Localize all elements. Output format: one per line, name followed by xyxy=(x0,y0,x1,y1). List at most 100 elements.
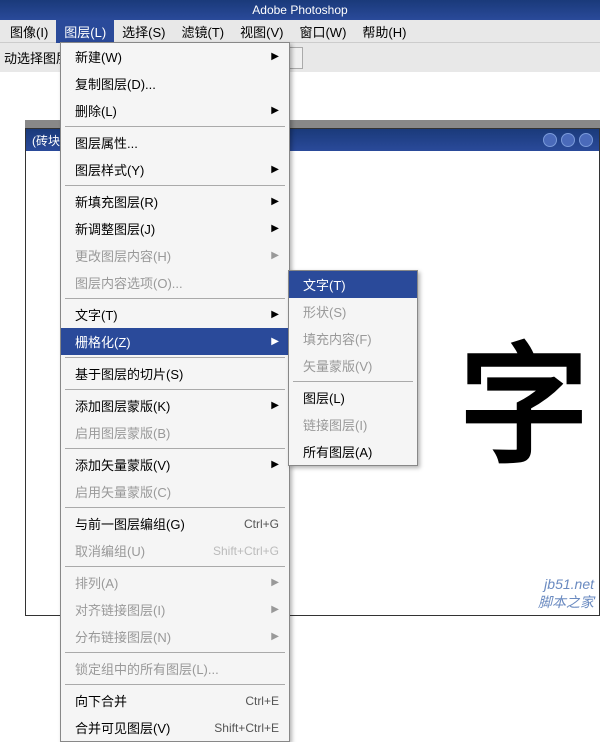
menu-item-label: 栅格化(Z) xyxy=(75,332,131,351)
layer-menu: 新建(W) ▶ 复制图层(D)... 删除(L) ▶ 图层属性... 图层样式(Y)▶ 新填充… xyxy=(60,42,290,742)
menu-item-label: 文字(T) xyxy=(303,275,346,294)
menu-item-label: 向下合并 xyxy=(75,691,127,710)
menu-separator xyxy=(65,126,285,127)
menu-item[interactable]: 添加图层蒙版(K) ▶ xyxy=(61,392,289,419)
menu-item-label: 填充内容(F) xyxy=(303,329,372,348)
menu-item: 填充内容(F) xyxy=(289,325,417,352)
menu-separator xyxy=(293,381,413,382)
menu-item: 形状(S) xyxy=(289,298,417,325)
app-titlebar: Adobe Photoshop xyxy=(0,0,600,20)
menu-item-label: 启用矢量蒙版(C) xyxy=(75,482,171,501)
menu-item[interactable]: 文字(T) ▶ xyxy=(61,301,289,328)
maximize-icon[interactable] xyxy=(561,133,575,147)
close-icon[interactable] xyxy=(579,133,593,147)
menu-item: 排列(A)▶ xyxy=(61,569,289,596)
chevron-right-icon: ▶ xyxy=(271,196,279,207)
menu-item-label: 更改图层内容(H) xyxy=(75,246,171,265)
menu-item-label: 形状(S) xyxy=(303,302,346,321)
menu-item-label: 与前一图层编组(G) xyxy=(75,514,185,533)
menu-item[interactable]: 复制图层(D)... xyxy=(61,70,289,97)
menu-item[interactable]: 与前一图层编组(G) Ctrl+G xyxy=(61,510,289,537)
menu-shortcut: Shift+Ctrl+E xyxy=(194,721,279,735)
minimize-icon[interactable] xyxy=(543,133,557,147)
menu-item[interactable]: 基于图层的切片(S) xyxy=(61,360,289,387)
menu-item-label: 排列(A) xyxy=(75,573,118,592)
menu-separator xyxy=(65,566,285,567)
chevron-right-icon: ▶ xyxy=(271,459,279,470)
menu-item[interactable]: 添加矢量蒙版(V) ▶ xyxy=(61,451,289,478)
chevron-right-icon: ▶ xyxy=(271,51,279,62)
menu-item-label: 复制图层(D)... xyxy=(75,74,156,93)
menu-item-label: 添加矢量蒙版(V) xyxy=(75,455,170,474)
watermark: jb51.net 脚本之家 xyxy=(538,576,594,612)
menubar: 图像(I)图层(L)选择(S)滤镜(T)视图(V)窗口(W)帮助(H) xyxy=(0,20,600,42)
menu-item-label: 启用图层蒙版(B) xyxy=(75,423,170,442)
menu-item-label: 删除(L) xyxy=(75,101,117,120)
menu-shortcut: Shift+Ctrl+G xyxy=(193,544,279,558)
menu-item-label: 取消编组(U) xyxy=(75,541,145,560)
menu-item[interactable]: 新填充图层(R) ▶ xyxy=(61,188,289,215)
menu-item[interactable]: 删除(L) ▶ xyxy=(61,97,289,124)
menu-separator xyxy=(65,389,285,390)
menu-separator xyxy=(65,298,285,299)
menu-item: 图层内容选项(O)... xyxy=(61,269,289,296)
menu-item: 更改图层内容(H) ▶ xyxy=(61,242,289,269)
chevron-right-icon: ▶ xyxy=(271,105,279,116)
menu-item-label: 对齐链接图层(I) xyxy=(75,600,165,619)
menu-item-label: 链接图层(I) xyxy=(303,415,367,434)
chevron-right-icon: ▶ xyxy=(271,309,279,320)
menu-item[interactable]: 栅格化(Z)▶ xyxy=(61,328,289,355)
menu-item: 矢量蒙版(V) xyxy=(289,352,417,379)
menu-item: 启用矢量蒙版(C) xyxy=(61,478,289,505)
canvas-text-layer: 字 xyxy=(459,301,579,489)
menu-shortcut: Ctrl+G xyxy=(224,517,279,531)
menu-item-label: 所有图层(A) xyxy=(303,442,372,461)
chevron-right-icon: ▶ xyxy=(271,604,279,615)
menu-item: 锁定组中的所有图层(L)... xyxy=(61,655,289,682)
menu-item: 对齐链接图层(I) ▶ xyxy=(61,596,289,623)
menu-item[interactable]: 新建(W) ▶ xyxy=(61,43,289,70)
menubar-item[interactable]: 窗口(W) xyxy=(291,20,354,43)
menu-item-label: 新调整图层(J) xyxy=(75,219,155,238)
menu-separator xyxy=(65,185,285,186)
menu-item-label: 新填充图层(R) xyxy=(75,192,158,211)
chevron-right-icon: ▶ xyxy=(271,631,279,642)
menu-item: 分布链接图层(N) ▶ xyxy=(61,623,289,650)
menubar-item[interactable]: 图像(I) xyxy=(2,20,56,43)
chevron-right-icon: ▶ xyxy=(271,400,279,411)
menu-item-label: 新建(W) xyxy=(75,47,122,66)
menu-item-label: 添加图层蒙版(K) xyxy=(75,396,170,415)
menu-item-label: 图层内容选项(O)... xyxy=(75,273,183,292)
menu-item[interactable]: 所有图层(A) xyxy=(289,438,417,465)
menu-item[interactable]: 图层(L) xyxy=(289,384,417,411)
menu-item-label: 合并可见图层(V) xyxy=(75,718,170,737)
menu-item: 链接图层(I) xyxy=(289,411,417,438)
menu-item-label: 矢量蒙版(V) xyxy=(303,356,372,375)
menu-item[interactable]: 合并可见图层(V) Shift+Ctrl+E xyxy=(61,714,289,741)
menu-item-label: 图层属性... xyxy=(75,133,138,152)
menu-item-label: 文字(T) xyxy=(75,305,118,324)
menubar-item[interactable]: 视图(V) xyxy=(232,20,291,43)
window-controls xyxy=(543,133,593,147)
chevron-right-icon: ▶ xyxy=(271,223,279,234)
menu-separator xyxy=(65,448,285,449)
chevron-right-icon: ▶ xyxy=(271,250,279,261)
menu-item[interactable]: 图层样式(Y)▶ xyxy=(61,156,289,183)
menu-item[interactable]: 文字(T) xyxy=(289,271,417,298)
watermark-url: jb51.net xyxy=(538,576,594,592)
menu-item-label: 分布链接图层(N) xyxy=(75,627,171,646)
menubar-item[interactable]: 帮助(H) xyxy=(354,20,414,43)
menubar-item[interactable]: 图层(L) xyxy=(56,20,114,43)
menu-item[interactable]: 新调整图层(J) ▶ xyxy=(61,215,289,242)
menu-item-label: 锁定组中的所有图层(L)... xyxy=(75,659,219,678)
menu-separator xyxy=(65,357,285,358)
menu-separator xyxy=(65,507,285,508)
menu-item[interactable]: 向下合并Ctrl+E xyxy=(61,687,289,714)
menu-item[interactable]: 图层属性... xyxy=(61,129,289,156)
menu-separator xyxy=(65,652,285,653)
menu-item-label: 图层(L) xyxy=(303,388,345,407)
menubar-item[interactable]: 滤镜(T) xyxy=(174,20,233,43)
menubar-item[interactable]: 选择(S) xyxy=(114,20,173,43)
menu-item-label: 基于图层的切片(S) xyxy=(75,364,183,383)
watermark-text: 脚本之家 xyxy=(538,592,594,612)
